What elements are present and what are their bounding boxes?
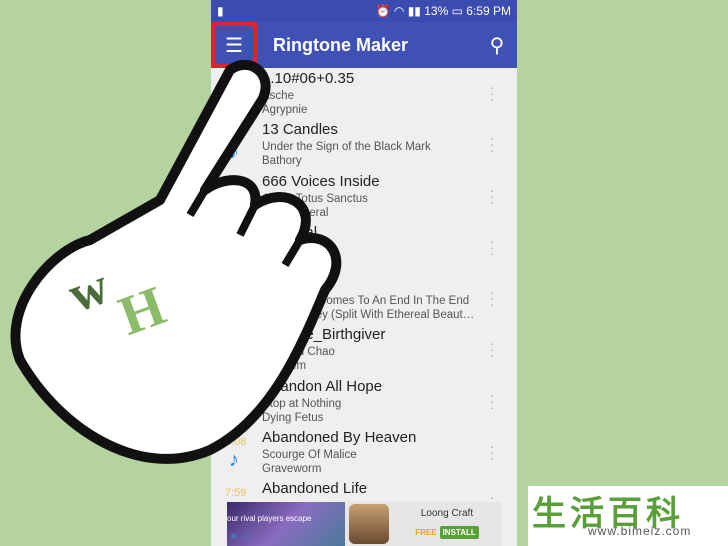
song-title: 1.10#06+0.35 [262,70,355,87]
duration: 5:17 [225,128,247,141]
app-title: Ringtone Maker [273,34,409,55]
song-album: Under the Sign of the Black Mark [262,141,431,154]
song-list[interactable]: ♪ 1.10#06+0.35 Asche Agrypnie · · · 5:17 ♪ … [211,68,517,530]
duration: 4:37 [225,179,247,192]
song-album: The World Comes To An End In The End [262,295,470,308]
ad-install-button[interactable]: INSTALL [439,526,479,539]
song-title: A_Wise_Birthgiver [262,326,386,344]
more-options-icon[interactable]: ··· [489,183,495,209]
music-note-icon: ♪ [229,449,239,472]
song-title: 13 Candles [262,121,338,139]
battery-alert-icon: ▮ [217,4,224,18]
song-title: 666 Voices Inside [262,172,380,190]
status-right: ⏰ ◠ ▮▮ 13% ▭ 6:59 PM [375,4,511,18]
song-title: Abandoned By Heaven [262,429,417,447]
ad-title: Loong Craft [420,508,474,519]
song-artist: Lord Belial [262,257,317,270]
song-row[interactable]: ♪ 7th Seal Revelation Lord Belial · · · [211,222,517,273]
duration: 6:08 [225,436,247,449]
song-artist: Bathory [262,155,302,168]
song-artist: Agrypnie [262,104,308,116]
duration: 5:15 [225,282,247,295]
song-album: Asche [262,90,294,102]
more-options-icon[interactable]: ··· [489,131,495,157]
song-artist: Graveworm [262,463,322,476]
song-row[interactable]: 6:22 ♪ Abandon All Hope Stop at Nothing … [211,376,517,427]
more-options-icon[interactable]: ··· [489,439,495,465]
song-album: Ordo Ad Chao [262,346,335,359]
search-icon[interactable]: ⚲ [477,33,517,58]
song-title: 7th Seal [262,223,318,241]
music-note-icon: ♪ [229,192,239,215]
phone-screen: ▮ ⏰ ◠ ▮▮ 13% ▭ 6:59 PM ☰ Ringtone Maker … [211,0,517,546]
wikihow-logo: w [61,257,116,324]
duration: 6:22 [225,384,247,397]
song-row[interactable]: 6:08 ♪ Abandoned By Heaven Scourge Of Ma… [211,427,517,478]
music-note-icon: ♪ [229,346,239,369]
more-options-icon[interactable]: ··· [489,80,495,106]
hamburger-icon[interactable]: ☰ [211,22,257,68]
more-options-icon[interactable]: ··· [489,336,495,362]
wikihow-logo-h: H [111,275,173,348]
more-options-icon[interactable]: ··· [489,285,495,311]
ad-app-icon[interactable] [349,504,389,544]
song-row[interactable]: 4:37 ♪ 666 Voices Inside Attera Totus Sa… [211,171,517,222]
song-artist: Dark Funeral [262,206,329,219]
music-note-icon: ♪ [229,141,239,164]
music-note-icon: ♪ [229,397,239,420]
song-row[interactable]: 5:17 ♪ 13 Candles Under the Sign of the … [211,119,517,170]
ad-image-text: our rival players escape [227,514,312,523]
music-note-icon: ♪ [229,243,239,266]
song-artist: Dying Fetus [262,411,324,424]
status-bar: ▮ ⏰ ◠ ▮▮ 13% ▭ 6:59 PM [211,0,517,22]
song-album: Scourge Of Malice [262,449,357,462]
more-options-icon[interactable]: ··· [489,234,495,260]
clock: 6:59 PM [466,4,511,18]
more-options-icon[interactable]: ··· [489,388,495,414]
app-bar: ☰ Ringtone Maker ⚲ [211,22,517,68]
ad-free-label: FREE [415,528,437,537]
song-album: Stop at Nothing [262,397,342,410]
song-row[interactable]: 5:15 ♪ 937 Km The World Comes To An End … [211,273,517,324]
song-row[interactable]: ♪ 1.10#06+0.35 Asche Agrypnie · · · [211,68,517,119]
watermark: 生活百科 www.bimeiz.com [528,486,728,546]
song-album: Attera Totus Sanctus [262,192,368,205]
song-album: Revelation [262,243,317,256]
watermark-url: www.bimeiz.com [588,524,692,538]
music-note-icon: ♪ [229,295,239,318]
song-title: Abandon All Hope [262,377,383,395]
ad-image[interactable]: our rival players escape ✕ ⓘ [227,502,345,546]
song-row[interactable]: ♪ A_Wise_Birthgiver Ordo Ad Chao Mayhem … [211,324,517,375]
battery-percent: 13% [424,4,449,18]
ad-close-icon[interactable]: ✕ ⓘ [229,528,252,544]
song-title: 937 Km [262,275,314,293]
music-note-icon: ♪ [229,90,239,112]
song-artist: Mayhem [262,360,307,373]
ad-banner[interactable]: our rival players escape ✕ ⓘ Loong Craft … [227,502,501,546]
song-artist: Of A Journey (Split With Ethereal Beaut… [262,309,475,322]
song-title: Abandoned Life [262,480,368,498]
duration: 7:59 [225,487,247,500]
